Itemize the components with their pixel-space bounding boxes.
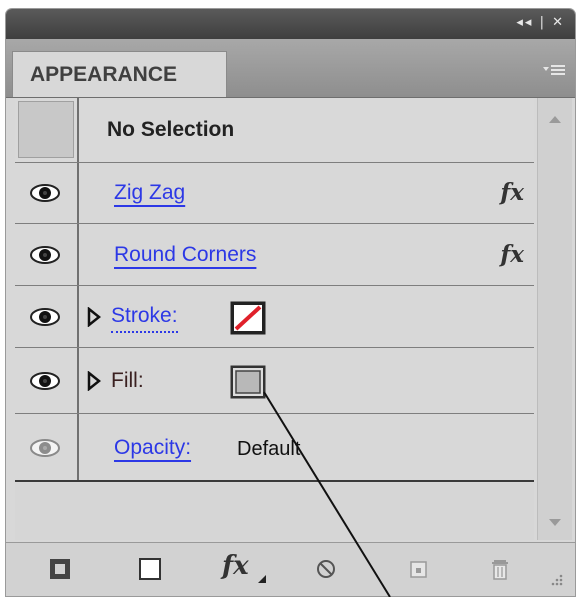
appearance-screenshot: ◂◂ | ✕ APPEARANCE No Selection Zig Zag f… <box>0 0 579 597</box>
annotation-arrow-line <box>263 391 391 597</box>
